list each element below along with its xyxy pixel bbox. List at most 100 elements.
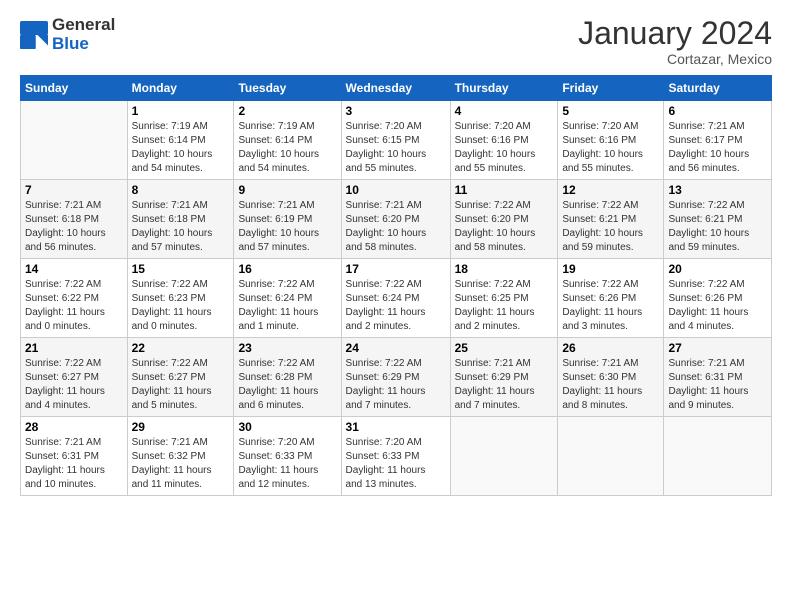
calendar-cell: 18Sunrise: 7:22 AM Sunset: 6:25 PM Dayli… [450,259,558,338]
page: General Blue January 2024 Cortazar, Mexi… [0,0,792,506]
day-number: 10 [346,183,446,197]
calendar-cell [558,417,664,496]
day-number: 15 [132,262,230,276]
calendar-cell: 11 Sunrise: 7:22 AM Sunset: 6:20 PM Dayli… [450,180,558,259]
day-number: 4 [455,104,554,118]
day-number: 6 [668,104,767,118]
day-info: Sunrise: 7:22 AM Sunset: 6:26 PM Dayligh… [562,278,659,334]
calendar-cell: 30Sunrise: 7:20 AM Sunset: 6:33 PM Dayli… [234,417,341,496]
calendar-cell: 5Sunrise: 7:20 AM Sunset: 6:16 PM Daylig… [558,101,664,180]
calendar-cell: 28 Sunrise: 7:21 AM Sunset: 6:31 PM Dayli… [21,417,128,496]
calendar-cell: 19Sunrise: 7:22 AM Sunset: 6:26 PM Dayli… [558,259,664,338]
day-info: Sunrise: 7:21 AM Sunset: 6:31 PM Dayligh… [668,357,767,413]
day-info: Sunrise: 7:22 AM Sunset: 6:21 PM Dayligh… [562,199,659,255]
day-number: 23 [238,341,336,355]
day-info: Sunrise: 7:22 AM Sunset: 6:24 PM Dayligh… [346,278,446,334]
calendar-cell: 12Sunrise: 7:22 AM Sunset: 6:21 PM Dayli… [558,180,664,259]
day-info: Sunrise: 7:22 AM Sunset: 6:24 PM Dayligh… [238,278,336,334]
calendar-table: SundayMondayTuesdayWednesdayThursdayFrid… [20,75,772,496]
day-number: 29 [132,420,230,434]
calendar-cell: 20 Sunrise: 7:22 AM Sunset: 6:26 PM Dayli… [664,259,772,338]
calendar-cell: 15Sunrise: 7:22 AM Sunset: 6:23 PM Dayli… [127,259,234,338]
calendar-cell: 6 Sunrise: 7:21 AM Sunset: 6:17 PM Daylig… [664,101,772,180]
day-info: Sunrise: 7:21 AM Sunset: 6:17 PM Dayligh… [668,120,767,176]
calendar-cell: 21 Sunrise: 7:22 AM Sunset: 6:27 PM Dayli… [21,338,128,417]
day-info: Sunrise: 7:22 AM Sunset: 6:22 PM Dayligh… [25,278,123,334]
day-info: Sunrise: 7:21 AM Sunset: 6:30 PM Dayligh… [562,357,659,413]
day-info: Sunrise: 7:22 AM Sunset: 6:26 PM Dayligh… [668,278,767,334]
day-info: Sunrise: 7:21 AM Sunset: 6:20 PM Dayligh… [346,199,446,255]
calendar-cell [450,417,558,496]
day-info: Sunrise: 7:20 AM Sunset: 6:16 PM Dayligh… [455,120,554,176]
day-info: Sunrise: 7:19 AM Sunset: 6:14 PM Dayligh… [132,120,230,176]
week-row-2: 7 Sunrise: 7:21 AM Sunset: 6:18 PM Daylig… [21,180,772,259]
logo: General Blue [20,16,115,53]
header-cell-monday: Monday [127,76,234,101]
day-number: 31 [346,420,446,434]
day-info: Sunrise: 7:21 AM Sunset: 6:18 PM Dayligh… [25,199,123,255]
calendar-cell: 26Sunrise: 7:21 AM Sunset: 6:30 PM Dayli… [558,338,664,417]
week-row-1: 1 Sunrise: 7:19 AM Sunset: 6:14 PM Daylig… [21,101,772,180]
calendar-cell: 31Sunrise: 7:20 AM Sunset: 6:33 PM Dayli… [341,417,450,496]
calendar-cell: 2 Sunrise: 7:19 AM Sunset: 6:14 PM Daylig… [234,101,341,180]
day-info: Sunrise: 7:22 AM Sunset: 6:27 PM Dayligh… [132,357,230,413]
day-number: 20 [668,262,767,276]
title-block: January 2024 Cortazar, Mexico [578,16,772,67]
day-number: 11 [455,183,554,197]
calendar-cell: 13 Sunrise: 7:22 AM Sunset: 6:21 PM Dayli… [664,180,772,259]
calendar-cell: 14Sunrise: 7:22 AM Sunset: 6:22 PM Dayli… [21,259,128,338]
header: General Blue January 2024 Cortazar, Mexi… [20,16,772,67]
header-cell-tuesday: Tuesday [234,76,341,101]
calendar-cell: 4 Sunrise: 7:20 AM Sunset: 6:16 PM Daylig… [450,101,558,180]
calendar-cell: 22 Sunrise: 7:22 AM Sunset: 6:27 PM Dayli… [127,338,234,417]
calendar-cell: 24 Sunrise: 7:22 AM Sunset: 6:29 PM Dayli… [341,338,450,417]
day-number: 8 [132,183,230,197]
day-info: Sunrise: 7:22 AM Sunset: 6:28 PM Dayligh… [238,357,336,413]
calendar-cell: 17 Sunrise: 7:22 AM Sunset: 6:24 PM Dayli… [341,259,450,338]
day-number: 13 [668,183,767,197]
day-info: Sunrise: 7:20 AM Sunset: 6:16 PM Dayligh… [562,120,659,176]
day-info: Sunrise: 7:20 AM Sunset: 6:15 PM Dayligh… [346,120,446,176]
day-info: Sunrise: 7:21 AM Sunset: 6:32 PM Dayligh… [132,436,230,492]
day-number: 27 [668,341,767,355]
calendar-cell: 10 Sunrise: 7:21 AM Sunset: 6:20 PM Dayli… [341,180,450,259]
day-number: 30 [238,420,336,434]
day-number: 2 [238,104,336,118]
day-info: Sunrise: 7:22 AM Sunset: 6:27 PM Dayligh… [25,357,123,413]
header-cell-sunday: Sunday [21,76,128,101]
calendar-cell [21,101,128,180]
calendar-cell: 25Sunrise: 7:21 AM Sunset: 6:29 PM Dayli… [450,338,558,417]
week-row-4: 21 Sunrise: 7:22 AM Sunset: 6:27 PM Dayli… [21,338,772,417]
calendar-cell: 7 Sunrise: 7:21 AM Sunset: 6:18 PM Daylig… [21,180,128,259]
day-number: 28 [25,420,123,434]
day-info: Sunrise: 7:22 AM Sunset: 6:29 PM Dayligh… [346,357,446,413]
calendar-cell: 29 Sunrise: 7:21 AM Sunset: 6:32 PM Dayli… [127,417,234,496]
day-info: Sunrise: 7:22 AM Sunset: 6:25 PM Dayligh… [455,278,554,334]
header-cell-thursday: Thursday [450,76,558,101]
day-number: 21 [25,341,123,355]
day-info: Sunrise: 7:21 AM Sunset: 6:19 PM Dayligh… [238,199,336,255]
calendar-cell: 9Sunrise: 7:21 AM Sunset: 6:19 PM Daylig… [234,180,341,259]
logo-icon [20,21,48,49]
calendar-body: 1 Sunrise: 7:19 AM Sunset: 6:14 PM Daylig… [21,101,772,496]
subtitle: Cortazar, Mexico [578,51,772,67]
calendar-cell: 8Sunrise: 7:21 AM Sunset: 6:18 PM Daylig… [127,180,234,259]
day-number: 7 [25,183,123,197]
day-number: 1 [132,104,230,118]
calendar-cell: 16 Sunrise: 7:22 AM Sunset: 6:24 PM Dayli… [234,259,341,338]
day-info: Sunrise: 7:21 AM Sunset: 6:31 PM Dayligh… [25,436,123,492]
main-title: January 2024 [578,16,772,51]
day-info: Sunrise: 7:19 AM Sunset: 6:14 PM Dayligh… [238,120,336,176]
day-info: Sunrise: 7:22 AM Sunset: 6:21 PM Dayligh… [668,199,767,255]
day-info: Sunrise: 7:22 AM Sunset: 6:20 PM Dayligh… [455,199,554,255]
day-number: 25 [455,341,554,355]
header-cell-wednesday: Wednesday [341,76,450,101]
day-number: 16 [238,262,336,276]
calendar-header: SundayMondayTuesdayWednesdayThursdayFrid… [21,76,772,101]
calendar-cell: 23 Sunrise: 7:22 AM Sunset: 6:28 PM Dayli… [234,338,341,417]
day-number: 22 [132,341,230,355]
header-cell-friday: Friday [558,76,664,101]
day-number: 24 [346,341,446,355]
day-number: 17 [346,262,446,276]
header-row: SundayMondayTuesdayWednesdayThursdayFrid… [21,76,772,101]
